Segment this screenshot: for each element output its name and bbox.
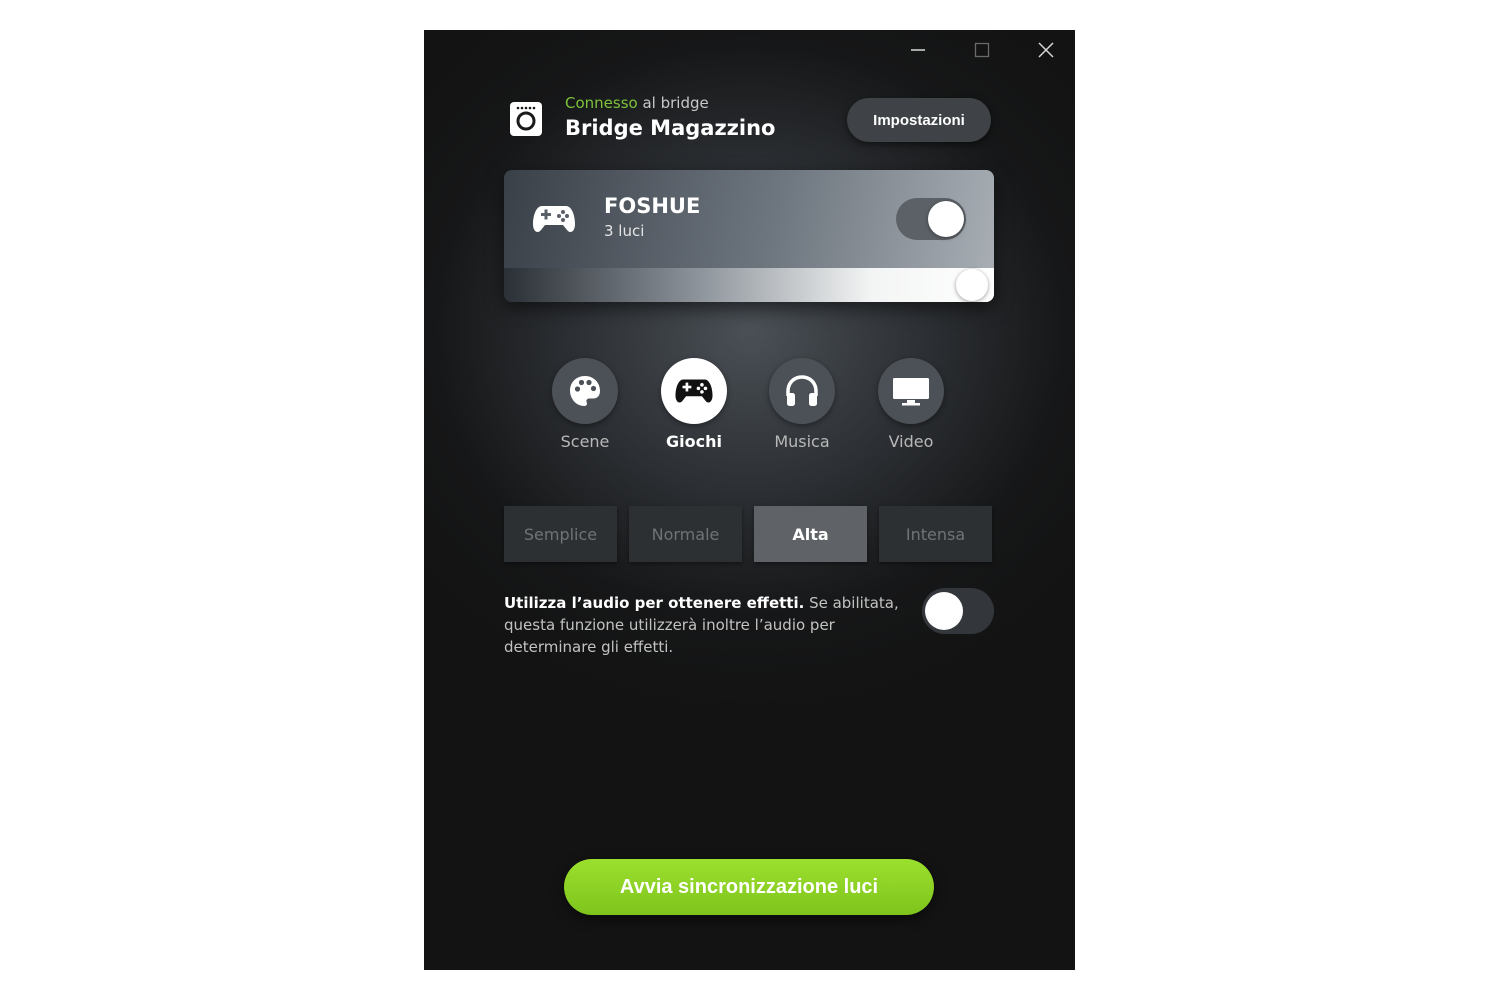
close-icon[interactable] [1026,38,1066,62]
headphones-icon [769,358,835,424]
toggle-knob [928,201,964,237]
entertainment-area-title: FOSHUE [604,194,701,218]
mode-scene[interactable]: Scene [545,358,625,451]
start-sync-button[interactable]: Avvia sincronizzazione luci [564,859,934,915]
bridge-name: Bridge Magazzino [565,116,776,140]
intensity-selector: Semplice Normale Alta Intensa [504,506,994,562]
entertainment-area-subtitle: 3 luci [604,222,645,240]
settings-button[interactable]: Impostazioni [847,98,991,142]
minimize-icon[interactable] [898,38,938,62]
bridge-icon [508,100,544,138]
hue-sync-window: Connesso al bridge Bridge Magazzino Impo… [424,30,1075,970]
connection-status-text: al bridge [637,94,709,112]
mode-music[interactable]: Musica [762,358,842,451]
mode-games[interactable]: Giochi [654,358,734,451]
mode-label: Video [888,432,934,451]
gamepad-icon [661,358,727,424]
intensity-intense[interactable]: Intensa [879,506,992,562]
entertainment-area-toggle[interactable] [896,198,966,240]
gamepad-icon [532,202,576,236]
audio-option-text: Utilizza l’audio per ottenere effetti. S… [504,592,899,658]
audio-toggle[interactable] [922,588,994,634]
maximize-icon[interactable] [962,38,1002,62]
entertainment-area-card[interactable]: FOSHUE 3 luci [504,170,994,302]
intensity-simple[interactable]: Semplice [504,506,617,562]
audio-option-title: Utilizza l’audio per ottenere effetti. [504,594,805,612]
mode-label: Musica [774,432,830,451]
connection-status-accent: Connesso [565,94,638,112]
mode-label: Giochi [666,432,722,451]
toggle-knob [925,592,963,630]
mode-label: Scene [560,432,610,451]
brightness-slider[interactable] [504,268,994,302]
mode-video[interactable]: Video [871,358,951,451]
brightness-slider-handle[interactable] [956,269,988,301]
mode-selector: Scene Giochi Musica Video [424,358,1075,458]
monitor-icon [878,358,944,424]
palette-icon [552,358,618,424]
connection-status: Connesso al bridge [565,94,709,112]
intensity-high[interactable]: Alta [754,506,867,562]
intensity-normal[interactable]: Normale [629,506,742,562]
